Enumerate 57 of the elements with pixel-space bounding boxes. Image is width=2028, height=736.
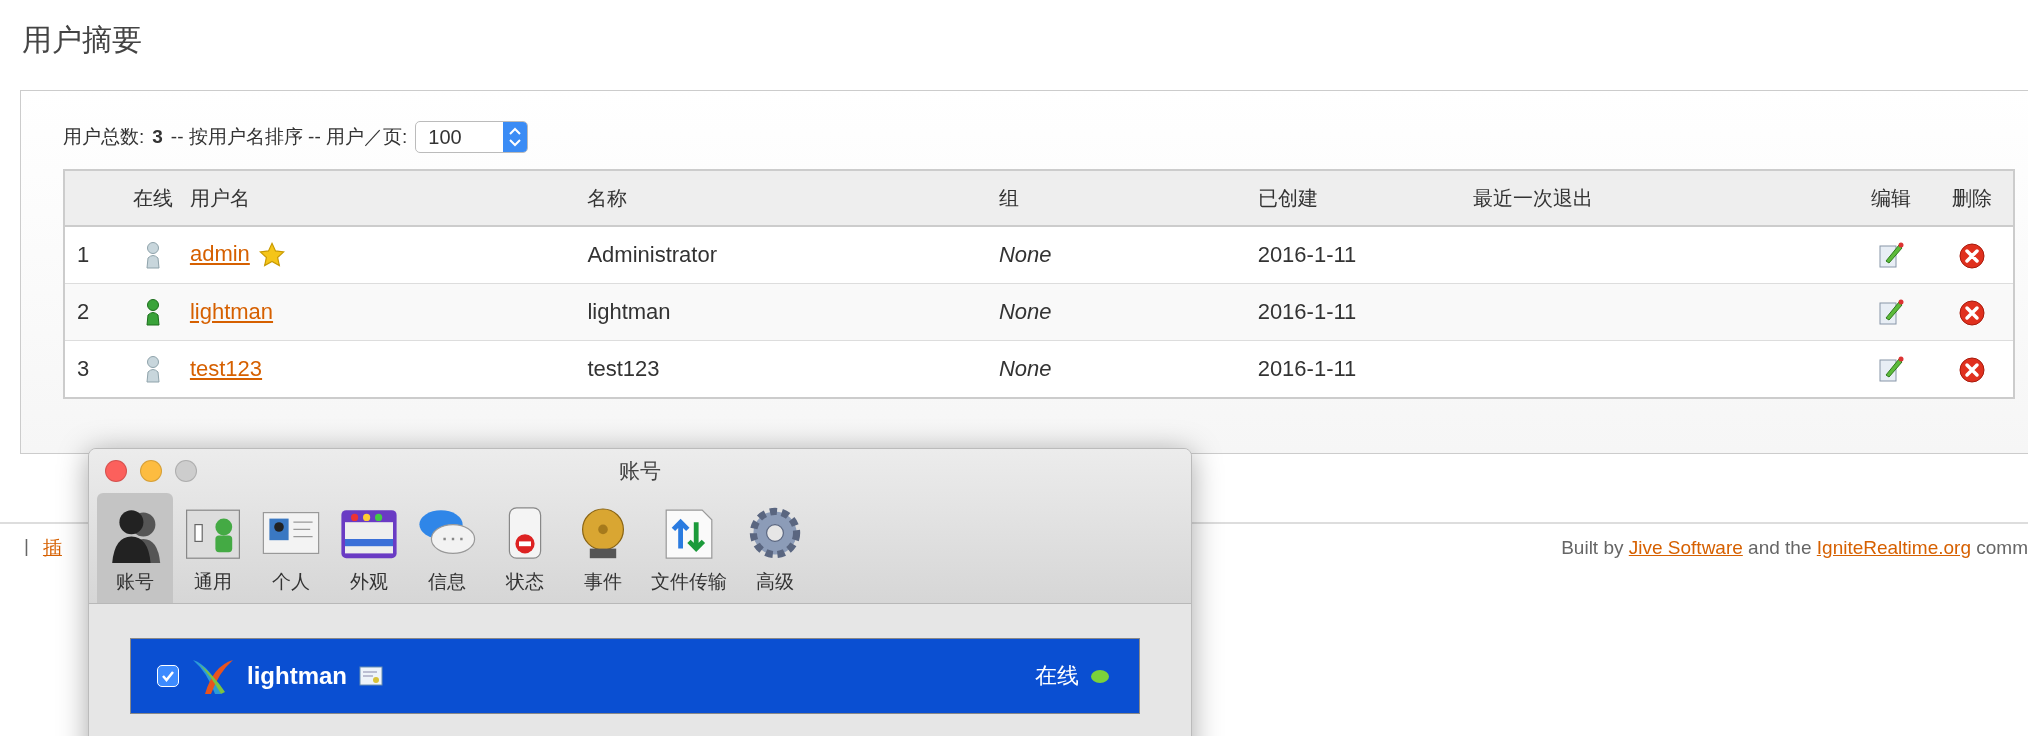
edit-icon[interactable] (1878, 355, 1904, 384)
column-header: 已创建 (1257, 186, 1318, 209)
account-row[interactable]: lightman 在线 (130, 638, 1140, 714)
table-cell: 2016-1-11 (1257, 299, 1357, 324)
edit-icon[interactable] (1878, 241, 1904, 270)
ignite-link[interactable]: IgniteRealtime.org (1816, 537, 1971, 558)
credits-text: Built by Jive Software and the IgniteRealtime.org comm (1561, 537, 2028, 559)
username-link[interactable]: lightman (189, 299, 274, 324)
table-cell: 2016-1-11 (1257, 242, 1357, 267)
column-header: 名称 (587, 186, 628, 209)
table-cell: None (998, 356, 1052, 381)
status-text: 在线 (1035, 662, 1079, 690)
edit-icon[interactable] (1878, 298, 1904, 327)
column-header: 编辑 (1871, 186, 1911, 209)
table-cell: 2016-1-11 (1257, 356, 1357, 381)
close-button[interactable] (105, 460, 127, 482)
table-cell: lightman (587, 299, 671, 324)
toolbar-tab[interactable]: 个人 (253, 493, 329, 603)
row-number: 1 (77, 242, 90, 267)
toolbar-tab[interactable]: 通用 (175, 493, 251, 603)
sort-text: -- 按用户名排序 -- 用户／页: (170, 125, 408, 149)
username-link[interactable]: test123 (189, 356, 263, 381)
jive-link[interactable]: Jive Software (1628, 537, 1743, 558)
certificate-icon (359, 666, 383, 686)
total-count: 3 (152, 126, 163, 148)
window-title: 账号 (619, 458, 661, 484)
column-header: 组 (998, 186, 1019, 209)
toolbar-tab[interactable]: 文件传输 (643, 493, 735, 603)
table-cell: test123 (587, 356, 660, 381)
column-header: 用户名 (189, 186, 250, 209)
footer-link[interactable]: 插 (42, 535, 62, 561)
toolbar-tab[interactable]: 外观 (331, 493, 407, 603)
toolbar-tab[interactable]: 高级 (737, 493, 813, 603)
table-cell: Administrator (587, 242, 717, 267)
toolbar-tab[interactable]: 事件 (565, 493, 641, 603)
username-link[interactable]: admin (189, 240, 250, 266)
total-label: 用户总数: (63, 125, 145, 149)
row-number: 2 (77, 299, 90, 324)
page-title: 用户摘要 (22, 22, 143, 58)
toolbar-tab[interactable]: 账号 (97, 493, 173, 603)
column-header: 在线 (132, 186, 173, 209)
delete-icon[interactable] (1959, 356, 1986, 383)
account-name: lightman (247, 662, 347, 690)
delete-icon[interactable] (1959, 242, 1986, 269)
footer-separator: | (24, 535, 29, 558)
table-cell: None (998, 299, 1052, 324)
toolbar-tab[interactable]: 状态 (487, 493, 563, 603)
account-checkbox[interactable] (157, 665, 179, 687)
stepper-icon (503, 122, 528, 152)
delete-icon[interactable] (1959, 299, 1986, 326)
toolbar-tab[interactable]: 信息 (409, 493, 485, 603)
column-header: 最近一次退出 (1473, 186, 1594, 209)
column-header: 删除 (1952, 186, 1993, 209)
table-cell: None (998, 242, 1052, 267)
checkmark-icon (161, 669, 175, 683)
per-page-select[interactable]: 100 (415, 121, 529, 153)
row-number: 3 (77, 356, 90, 381)
